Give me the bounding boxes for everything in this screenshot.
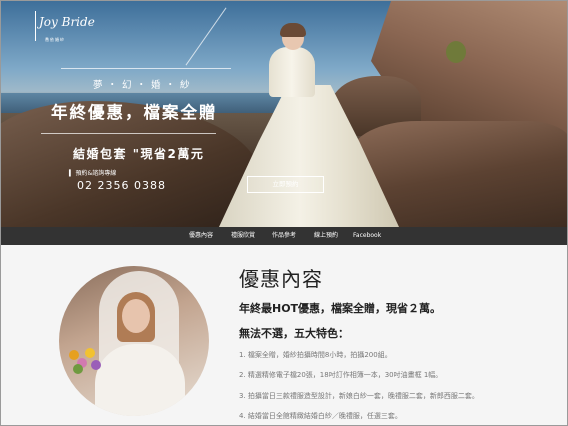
- offer-lead: 年終最HOT優惠，檔案全贈，現省２萬。: [239, 302, 442, 315]
- contact-label-text: 預約&諮詢專線: [75, 170, 117, 177]
- nav-item-offers[interactable]: 優惠內容: [189, 227, 213, 245]
- hero-banner: Joy Bride 喬依婚紗 夢・幻・婚・紗 年終優惠，檔案全贈 結婚包套 "現…: [1, 1, 567, 227]
- section-title: 優惠內容: [239, 267, 323, 291]
- nav-item-portfolio[interactable]: 作品參考: [272, 227, 296, 245]
- hero-phone-number[interactable]: 02 2356 0388: [77, 179, 166, 192]
- feature-item: 1. 檔案全贈，婚紗拍攝時間8小時，拍攝200組。: [239, 351, 392, 359]
- bride-portrait-photo: [59, 266, 209, 416]
- feature-item: 4. 結婚當日全館精緻結婚白紗／晚禮服，任選三套。: [239, 412, 402, 420]
- page-frame: Joy Bride 喬依婚紗 夢・幻・婚・紗 年終優惠，檔案全贈 結婚包套 "現…: [0, 0, 568, 426]
- brand-logo-subtitle: 喬依婚紗: [45, 37, 65, 42]
- nav-item-booking[interactable]: 線上預約: [314, 227, 338, 245]
- bouquet: [69, 346, 109, 376]
- package-prefix: 結婚包套: [73, 147, 128, 161]
- flower-gold: [85, 348, 95, 358]
- bride-bodice-photo: [269, 47, 315, 97]
- nav-item-gowns[interactable]: 禮服欣賞: [231, 227, 255, 245]
- phone-icon: ▍: [69, 170, 74, 177]
- hero-tagline: 夢・幻・婚・紗: [93, 80, 195, 91]
- hero-headline: 年終優惠，檔案全贈: [51, 103, 218, 122]
- deco-line-bottom: [41, 133, 216, 134]
- feature-item: 2. 精選精修電子檔20張，18吋訂作相簿一本，30吋油畫框 1幅。: [239, 371, 443, 379]
- deco-line-top: [61, 68, 231, 69]
- flower-purple: [91, 360, 101, 370]
- logo-divider: [35, 11, 36, 41]
- deco-line-diagonal: [185, 7, 227, 66]
- package-highlight: 現省2萬元: [140, 147, 205, 161]
- brand-logo[interactable]: Joy Bride: [39, 15, 95, 29]
- bride-hair-photo: [280, 23, 306, 37]
- feature-item: 3. 拍攝當日三款禮服造型設計，新娘白紗一套，晚禮服二套，新郎西服二套。: [239, 392, 479, 400]
- nav-item-facebook[interactable]: Facebook: [353, 227, 381, 245]
- leaf-green: [73, 364, 83, 374]
- hero-contact-label: ▍ 預約&諮詢專線: [69, 168, 116, 177]
- features-subtitle: 無法不選，五大特色：: [239, 327, 349, 340]
- portrait-face: [122, 299, 150, 333]
- book-now-button[interactable]: 立即預約: [247, 176, 324, 193]
- hero-package-offer: 結婚包套 "現省2萬元: [73, 145, 204, 162]
- moss-patch: [446, 41, 466, 63]
- main-nav: 優惠內容 禮服欣賞 作品參考 線上預約 Facebook: [1, 227, 567, 245]
